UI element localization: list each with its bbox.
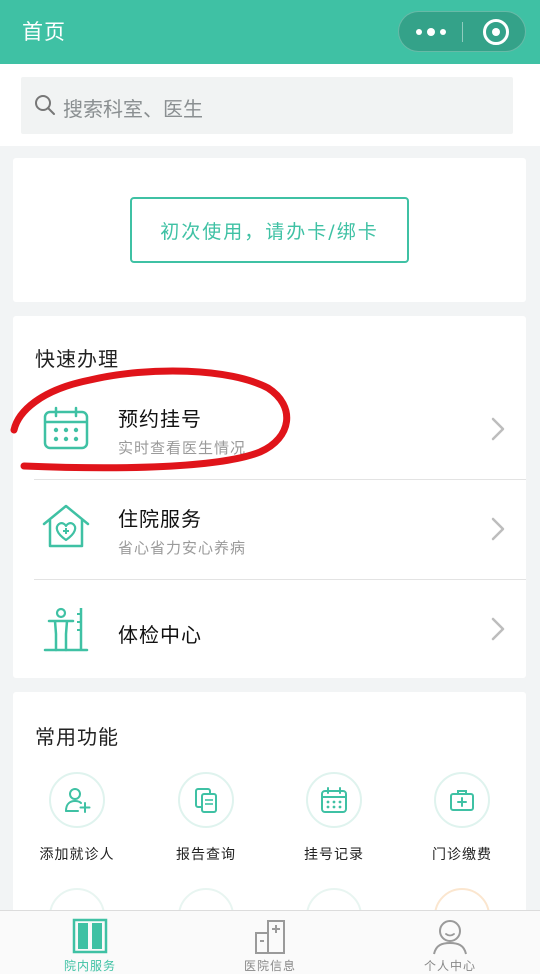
search-placeholder: 搜索科室、医生	[63, 97, 203, 121]
func-label: 挂号记录	[304, 847, 364, 863]
search-input[interactable]: 搜索科室、医生	[21, 77, 513, 134]
add-user-icon	[65, 788, 91, 813]
medkit-icon	[450, 790, 474, 811]
body-check-icon	[43, 607, 89, 652]
tab-hospital-info[interactable]: 医院信息	[180, 911, 360, 974]
quick-section-title: 快速办理	[35, 347, 119, 371]
tab-label: 个人中心	[423, 959, 476, 973]
tab-personal-center[interactable]: 个人中心	[360, 911, 540, 974]
person-icon	[433, 920, 467, 955]
func-outpatient-payment[interactable]: 门诊缴费	[402, 772, 522, 864]
func-label: 报告查询	[176, 847, 236, 863]
search-icon	[35, 95, 55, 115]
quick-item-title: 预约挂号	[118, 407, 202, 431]
bind-card-panel: 初次使用，请办卡/绑卡	[13, 158, 526, 302]
quick-item-title: 体检中心	[118, 623, 202, 647]
close-miniprogram-icon[interactable]	[483, 19, 509, 45]
tab-label: 医院信息	[243, 959, 296, 973]
quick-handling-panel: 快速办理 预约挂号 实时查看医生情况 住院服务 省心省力安心养病 体检中心	[13, 316, 526, 678]
tab-label: 院内服务	[63, 959, 116, 973]
calendar-icon	[43, 406, 89, 450]
capsule-divider	[462, 22, 463, 42]
report-icon	[195, 788, 217, 813]
quick-item-inpatient[interactable]: 住院服务 省心省力安心养病	[13, 479, 526, 579]
chevron-right-icon	[491, 417, 505, 441]
miniprogram-capsule	[398, 11, 526, 52]
navigation-bar: 首页	[0, 0, 540, 64]
bottom-tab-bar: 院内服务 医院信息 个人中心	[0, 910, 540, 974]
chevron-right-icon	[491, 517, 505, 541]
common-section-title: 常用功能	[35, 725, 119, 749]
more-options-icon[interactable]	[399, 12, 462, 51]
door-icon	[72, 918, 108, 954]
common-functions-panel: 常用功能 添加就诊人 报告查询 挂号记录 门诊缴费	[13, 692, 526, 944]
func-label: 添加就诊人	[39, 847, 115, 863]
quick-item-subtitle: 实时查看医生情况	[118, 439, 247, 457]
page-title: 首页	[22, 20, 66, 44]
quick-item-subtitle: 省心省力安心养病	[118, 539, 247, 557]
bind-card-button[interactable]: 初次使用，请办卡/绑卡	[130, 197, 409, 263]
func-register-records[interactable]: 挂号记录	[274, 772, 394, 864]
quick-item-checkup[interactable]: 体检中心	[13, 579, 526, 679]
calendar-icon	[321, 787, 347, 813]
func-label: 门诊缴费	[432, 847, 492, 863]
func-add-patient[interactable]: 添加就诊人	[17, 772, 137, 864]
chevron-right-icon	[491, 617, 505, 641]
tab-in-hospital-services[interactable]: 院内服务	[0, 911, 180, 974]
quick-item-title: 住院服务	[118, 507, 202, 531]
quick-item-appointment[interactable]: 预约挂号 实时查看医生情况	[13, 379, 526, 479]
hospital-house-icon	[42, 504, 90, 548]
func-report-query[interactable]: 报告查询	[146, 772, 266, 864]
search-area: 搜索科室、医生	[0, 64, 540, 146]
building-icon	[255, 920, 285, 954]
